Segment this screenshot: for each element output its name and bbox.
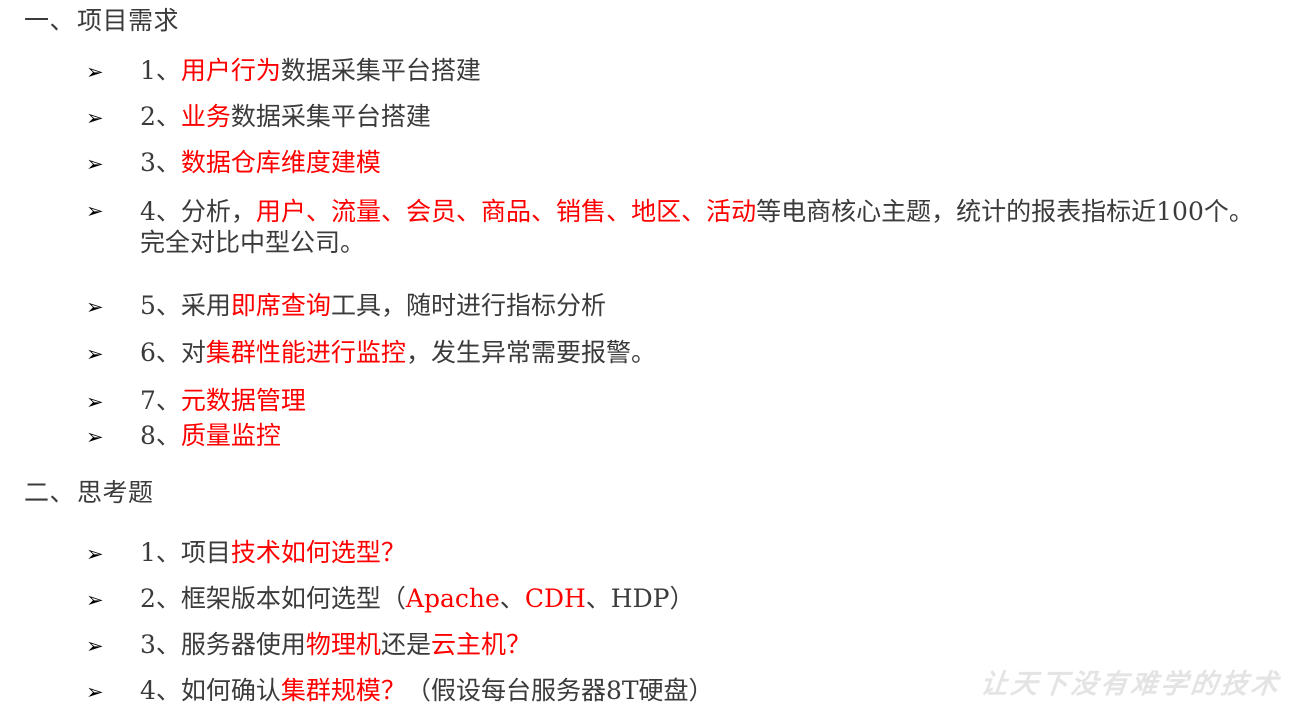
arrow-bullet-icon: ➢ [86, 390, 104, 414]
list-item-question-2: ➢ 2、框架版本如何选型（Apache、CDH、HDP） [86, 583, 694, 616]
item-number: 3、 [140, 148, 181, 177]
item-text-part: 质量监控 [180, 421, 281, 450]
item-text-part: 集群性能进行监控 [205, 338, 406, 367]
question-2-body: 2、框架版本如何选型（Apache、CDH、HDP） [140, 583, 694, 614]
item-text-part: 、 [606, 197, 632, 226]
requirement-3-body: 3、数据仓库维度建模 [140, 147, 381, 178]
item-text-part: 框架版本如何选型（ [180, 584, 406, 613]
arrow-bullet-icon: ➢ [86, 425, 104, 449]
item-number: 1、 [140, 538, 181, 567]
section-number: 一、 [24, 6, 76, 35]
item-text-part: 数据采集平台搭建 [230, 102, 431, 131]
slide-canvas: 一、项目需求 ➢ 1、用户行为数据采集平台搭建 ➢ 2、业务数据采集平台搭建 ➢… [0, 0, 1305, 715]
item-number: 2、 [140, 584, 181, 613]
item-number: 3、 [140, 630, 181, 659]
item-number: 6、 [140, 338, 181, 367]
item-text-part: Apache [405, 584, 500, 613]
list-item-requirement-6: ➢ 6、对集群性能进行监控，发生异常需要报警。 [86, 337, 656, 370]
list-item-question-4: ➢ 4、如何确认集群规模？（假设每台服务器8T硬盘） [86, 675, 714, 708]
item-text-part: 流量 [330, 197, 381, 226]
list-item-requirement-2: ➢ 2、业务数据采集平台搭建 [86, 101, 431, 134]
item-text-part: 商品 [481, 197, 532, 226]
item-text-part: 、 [681, 197, 707, 226]
arrow-bullet-icon: ➢ [86, 60, 104, 84]
requirement-6-body: 6、对集群性能进行监控，发生异常需要报警。 [140, 337, 656, 368]
item-text-part: 服务器使用 [180, 630, 306, 659]
item-text-part: 、 [499, 584, 525, 613]
item-text-part: 地区 [631, 197, 682, 226]
item-text-part: 元数据管理 [180, 386, 306, 415]
item-text-part: 项目 [180, 538, 231, 567]
item-text-part: 采用 [180, 291, 231, 320]
item-text-part: 数据仓库维度建模 [180, 148, 381, 177]
item-text-part: 工具，随时进行指标分析 [330, 291, 606, 320]
item-text-part: 集群规模？ [280, 676, 406, 705]
requirement-4-body: 4、分析，用户、流量、会员、商品、销售、地区、活动等电商核心主题，统计的报表指标… [140, 196, 1266, 258]
arrow-bullet-icon: ➢ [86, 295, 104, 319]
question-4-body: 4、如何确认集群规模？（假设每台服务器8T硬盘） [140, 675, 714, 706]
item-number: 8、 [140, 421, 181, 450]
item-text-part: 、 [531, 197, 557, 226]
section-number: 二、 [24, 478, 76, 507]
arrow-bullet-icon: ➢ [86, 634, 104, 658]
arrow-bullet-icon: ➢ [86, 152, 104, 176]
requirement-7-body: 7、元数据管理 [140, 385, 306, 416]
item-text-part: 、 [305, 197, 331, 226]
item-text-part: 、 [456, 197, 482, 226]
requirement-8-body: 8、质量监控 [140, 420, 281, 451]
section-title: 项目需求 [77, 6, 180, 35]
arrow-bullet-icon: ➢ [86, 199, 104, 223]
arrow-bullet-icon: ➢ [86, 542, 104, 566]
item-number: 4、 [140, 197, 181, 226]
item-text-part: 用户 [255, 197, 306, 226]
item-text-part: 会员 [405, 197, 456, 226]
item-text-part: 、 [380, 197, 406, 226]
item-text-part: 业务 [180, 102, 231, 131]
list-item-requirement-4: ➢ 4、分析，用户、流量、会员、商品、销售、地区、活动等电商核心主题，统计的报表… [86, 196, 1266, 258]
item-text-part: ，发生异常需要报警。 [405, 338, 656, 367]
item-text-part: 、HDP） [585, 584, 695, 613]
item-text-part: 销售 [556, 197, 607, 226]
watermark-text: 让天下没有难学的技术 [979, 669, 1283, 700]
arrow-bullet-icon: ➢ [86, 106, 104, 130]
section-title: 思考题 [77, 478, 154, 507]
arrow-bullet-icon: ➢ [86, 680, 104, 704]
item-text-part: 分析， [180, 197, 256, 226]
item-text-part: 物理机 [305, 630, 381, 659]
list-item-requirement-3: ➢ 3、数据仓库维度建模 [86, 147, 381, 180]
list-item-requirement-1: ➢ 1、用户行为数据采集平台搭建 [86, 55, 481, 88]
list-item-requirement-7: ➢ 7、元数据管理 [86, 385, 306, 418]
item-number: 2、 [140, 102, 181, 131]
arrow-bullet-icon: ➢ [86, 588, 104, 612]
question-1-body: 1、项目技术如何选型？ [140, 537, 406, 568]
item-text-part: 数据采集平台搭建 [280, 56, 481, 85]
list-item-question-1: ➢ 1、项目技术如何选型？ [86, 537, 406, 570]
section-heading-questions: 二、思考题 [24, 478, 154, 508]
item-text-part: 技术如何选型？ [230, 538, 406, 567]
question-3-body: 3、服务器使用物理机还是云主机？ [140, 629, 531, 660]
list-item-requirement-8: ➢ 8、质量监控 [86, 420, 281, 453]
requirement-2-body: 2、业务数据采集平台搭建 [140, 101, 431, 132]
arrow-bullet-icon: ➢ [86, 342, 104, 366]
item-text-part: 如何确认 [180, 676, 281, 705]
item-number: 5、 [140, 291, 181, 320]
item-text-part: 还是 [380, 630, 431, 659]
item-text-part: 用户行为 [180, 56, 281, 85]
list-item-requirement-5: ➢ 5、采用即席查询工具，随时进行指标分析 [86, 290, 606, 323]
item-text-part: （假设每台服务器8T硬盘） [405, 676, 714, 705]
item-text-part: 对 [180, 338, 206, 367]
requirement-1-body: 1、用户行为数据采集平台搭建 [140, 55, 481, 86]
item-text-part: CDH [524, 584, 586, 613]
item-number: 4、 [140, 676, 181, 705]
list-item-question-3: ➢ 3、服务器使用物理机还是云主机？ [86, 629, 531, 662]
item-number: 1、 [140, 56, 181, 85]
item-text-part: 云主机？ [430, 630, 531, 659]
item-text-part: 即席查询 [230, 291, 331, 320]
section-heading-requirements: 一、项目需求 [24, 6, 179, 36]
item-number: 7、 [140, 386, 181, 415]
item-text-part: 活动 [706, 197, 757, 226]
requirement-5-body: 5、采用即席查询工具，随时进行指标分析 [140, 290, 606, 321]
